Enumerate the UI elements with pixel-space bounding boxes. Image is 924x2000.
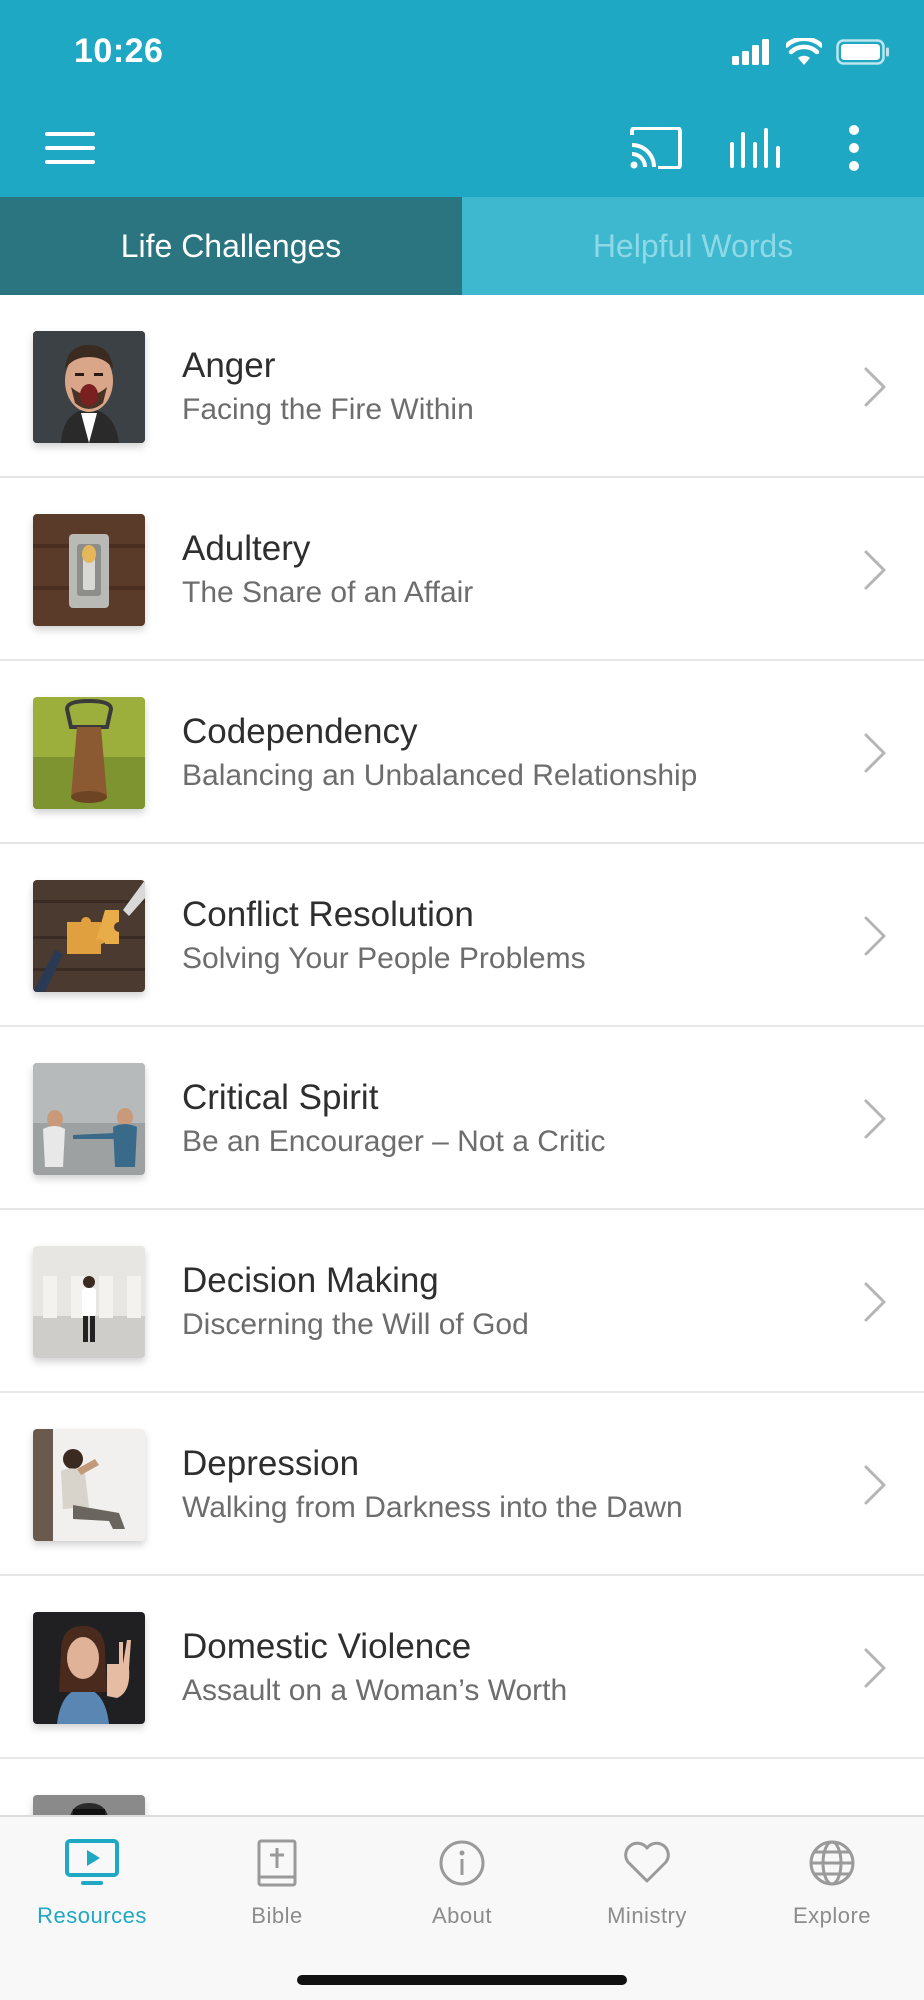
list-item-adultery[interactable]: Adultery The Snare of an Affair [0,478,924,661]
more-vert-icon [849,125,859,171]
wifi-icon [786,38,822,65]
list-item-decision-making[interactable]: Decision Making Discerning the Will of G… [0,1210,924,1393]
chevron-right-icon [864,733,886,773]
nav-ministry[interactable]: Ministry [555,1835,739,1945]
menu-icon [45,132,95,164]
battery-icon [836,39,889,65]
tab-bar: Life Challenges Helpful Words [0,197,924,295]
nav-label: Bible [251,1903,303,1928]
item-title: Codependency [182,712,418,751]
thumbnail-domestic-violence [33,1612,145,1724]
thumbnail-anger [33,331,145,443]
thumbnail-conflict-resolution [33,880,145,992]
cellular-signal-icon [732,39,769,65]
list-item-partial[interactable] [0,1759,924,1815]
item-title: Conflict Resolution [182,895,474,934]
list-item-codependency[interactable]: Codependency Balancing an Unbalanced Rel… [0,661,924,844]
thumbnail-depression [33,1429,145,1541]
item-subtitle: Be an Encourager – Not a Critic [182,1125,606,1158]
item-subtitle: Facing the Fire Within [182,393,474,426]
status-bar: 10:26 [0,0,924,100]
status-time: 10:26 [74,32,164,70]
thumbnail-codependency [33,697,145,809]
cast-icon [630,127,682,169]
list-item-critical-spirit[interactable]: Critical Spirit Be an Encourager – Not a… [0,1027,924,1210]
chevron-right-icon [864,367,886,407]
info-icon [439,1840,485,1886]
home-indicator[interactable] [297,1975,627,1985]
item-subtitle: Assault on a Woman’s Worth [182,1674,568,1707]
thumbnail-decision-making [33,1246,145,1358]
tab-helpful-words[interactable]: Helpful Words [462,197,924,295]
thumbnail-partial [33,1795,145,1815]
nav-bible[interactable]: Bible [185,1835,369,1945]
app-bar [0,100,924,197]
chevron-right-icon [864,550,886,590]
chevron-right-icon [864,1648,886,1688]
item-subtitle: Balancing an Unbalanced Relationship [182,759,698,792]
chevron-right-icon [864,916,886,956]
nav-label: About [432,1903,492,1928]
item-title: Domestic Violence [182,1627,472,1666]
list-item-depression[interactable]: Depression Walking from Darkness into th… [0,1393,924,1576]
item-title: Depression [182,1444,360,1483]
item-title: Decision Making [182,1261,439,1300]
list-item-anger[interactable]: Anger Facing the Fire Within [0,295,924,478]
heart-icon [624,1841,670,1883]
list-item-domestic-violence[interactable]: Domestic Violence Assault on a Woman’s W… [0,1576,924,1759]
item-subtitle: Walking from Darkness into the Dawn [182,1491,683,1524]
bible-icon [257,1839,297,1887]
tv-icon [65,1839,119,1885]
thumbnail-adultery [33,514,145,626]
chevron-right-icon [864,1099,886,1139]
nav-about[interactable]: About [370,1835,554,1945]
item-subtitle: Discerning the Will of God [182,1308,529,1341]
equalizer-button[interactable] [727,122,783,174]
chevron-right-icon [864,1282,886,1322]
item-title: Critical Spirit [182,1078,379,1117]
globe-icon [809,1840,855,1886]
equalizer-icon [730,128,780,168]
item-subtitle: Solving Your People Problems [182,942,586,975]
more-options-button[interactable] [826,122,882,174]
status-icons [732,38,890,66]
nav-label: Resources [37,1903,147,1928]
tab-life-challenges[interactable]: Life Challenges [0,197,462,295]
list-item-conflict-resolution[interactable]: Conflict Resolution Solving Your People … [0,844,924,1027]
cast-button[interactable] [628,122,684,174]
nav-resources[interactable]: Resources [0,1835,184,1945]
menu-button[interactable] [42,122,98,174]
nav-label: Ministry [607,1903,687,1928]
item-title: Adultery [182,529,311,568]
topic-list: Anger Facing the Fire Within Adultery Th… [0,295,924,1815]
nav-label: Explore [792,1903,872,1928]
thumbnail-critical-spirit [33,1063,145,1175]
bottom-navigation: Resources Bible About Ministry Explore [0,1815,924,2000]
item-title: Anger [182,346,276,385]
nav-explore[interactable]: Explore [740,1835,924,1945]
chevron-right-icon [864,1465,886,1505]
item-subtitle: The Snare of an Affair [182,576,474,609]
